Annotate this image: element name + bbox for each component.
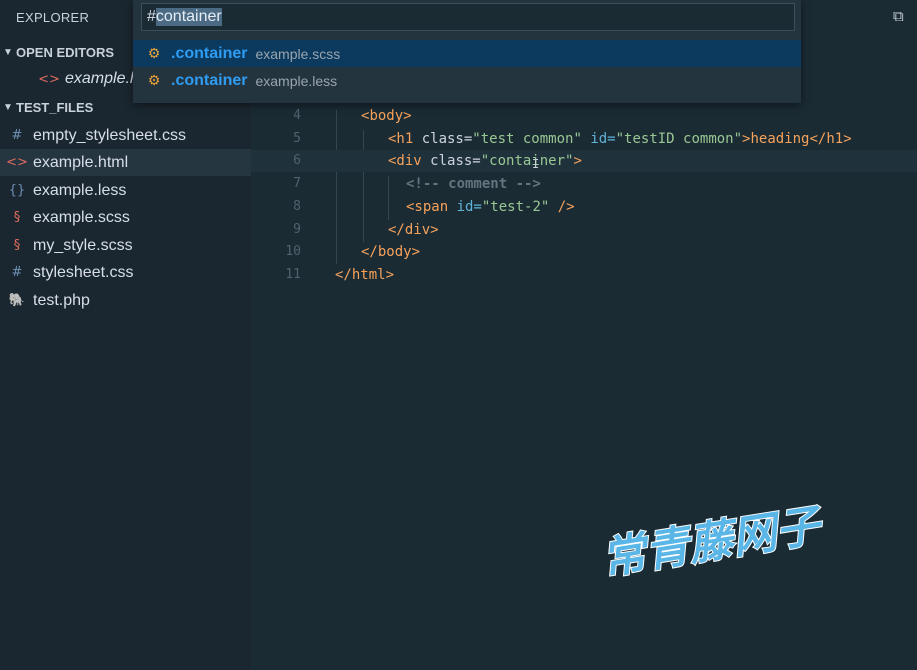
query-prefix: # [147, 8, 156, 25]
code-text: <span id="test-2" /> [406, 196, 575, 218]
less-file-icon: {} [8, 183, 26, 198]
code-token: /> [557, 198, 575, 215]
file-label: my_style.scss [33, 236, 133, 254]
html-file-icon: <> [6, 155, 28, 170]
code-token: class= [421, 130, 473, 147]
code-token: id= [590, 130, 616, 147]
code-line[interactable]: 8 <span id="test-2" /> [251, 196, 917, 218]
code-token: > [573, 153, 582, 170]
code-token: heading [750, 130, 810, 147]
code-line[interactable]: 11 </html> [251, 264, 917, 286]
code-token: </body> [361, 244, 421, 261]
file-label: example.scss [33, 208, 130, 226]
file-label: example.html [33, 153, 129, 171]
css-file-icon: # [11, 128, 23, 143]
code-token: id= [456, 198, 482, 215]
file-item[interactable]: # stylesheet.css [0, 259, 251, 286]
file-label: stylesheet.css [33, 263, 134, 281]
file-label: empty_stylesheet.css [33, 126, 186, 144]
code-text: </div> [388, 219, 439, 241]
code-token: </html> [335, 266, 395, 283]
php-file-icon: 🐘 [8, 293, 26, 308]
line-number: 10 [285, 244, 301, 260]
file-item[interactable]: 🐘 test.php [0, 287, 251, 314]
code-text: </html> [335, 264, 394, 286]
quick-open-input[interactable]: # container [141, 3, 795, 31]
html-file-icon: <> [38, 71, 60, 87]
code-line[interactable]: 10 </body> [251, 241, 917, 263]
code-token: "testID common" [615, 130, 743, 147]
code-token: > [403, 108, 412, 124]
text-cursor-icon: I [532, 157, 540, 171]
code-line[interactable]: 9 </div> [251, 219, 917, 241]
code-token: </h1> [809, 130, 852, 147]
quick-open-result[interactable]: ⚙ .container example.less [133, 67, 801, 94]
result-label: .container [171, 44, 248, 62]
chevron-down-icon: ▼ [3, 46, 13, 58]
file-item[interactable]: § example.scss [0, 204, 251, 231]
css-file-icon: # [11, 265, 23, 280]
code-token: <div [388, 153, 431, 170]
chevron-down-icon: ▼ [3, 101, 13, 113]
result-description: example.scss [255, 45, 341, 62]
code-token: "test common" [472, 130, 591, 147]
code-line[interactable]: 7 <!-- comment --> [251, 173, 917, 195]
code-line[interactable]: 4 <body> [251, 105, 917, 127]
file-item[interactable]: # empty_stylesheet.css [0, 122, 251, 149]
quick-open-widget: # container ⚙ .container example.scss ⚙ .… [133, 0, 801, 103]
line-number: 7 [293, 176, 301, 192]
test-files-label: TEST_FILES [16, 99, 94, 115]
result-description: example.less [255, 72, 338, 89]
file-item[interactable]: § my_style.scss [0, 232, 251, 259]
result-label: .container [171, 71, 248, 89]
code-text: <div class="container"> [388, 150, 582, 172]
file-item[interactable]: <> example.html [0, 149, 251, 176]
code-token: body [369, 108, 404, 124]
code-text: <body> [361, 105, 412, 127]
code-text: <h1 class="test common" id="testID commo… [388, 128, 852, 150]
code-token: "test-2" [481, 198, 558, 215]
code-line[interactable]: 5 <h1 class="test common" id="testID comm… [251, 128, 917, 150]
line-number: 8 [293, 198, 301, 214]
file-item[interactable]: {} example.less [0, 177, 251, 204]
code-token: <span [406, 198, 457, 215]
code-token: <h1 [388, 130, 422, 147]
code-text: <!-- comment --> [406, 173, 541, 195]
explorer-title: EXPLORER [16, 10, 90, 25]
file-label: test.php [33, 291, 90, 309]
line-number: 6 [293, 153, 301, 169]
sass-file-icon: § [13, 210, 21, 225]
quick-open-result[interactable]: ⚙ .container example.scss [133, 40, 801, 67]
query-text: container [155, 8, 222, 26]
sass-file-icon: § [13, 238, 21, 253]
open-editors-label: OPEN EDITORS [16, 44, 115, 60]
line-number: 9 [293, 221, 301, 237]
symbol-class-icon: ⚙ [147, 45, 161, 62]
code-token: "container" [480, 153, 574, 170]
line-number: 4 [293, 108, 301, 123]
line-number: 11 [285, 266, 301, 282]
line-number: 5 [293, 130, 301, 146]
code-token: class= [430, 153, 481, 170]
file-label: example.less [33, 181, 127, 199]
code-line[interactable]: 6 <div class="container"> [251, 150, 917, 173]
split-view-icon[interactable]: ⧉ [893, 7, 913, 27]
code-text: </body> [361, 241, 420, 263]
code-token: <!-- comment --> [406, 176, 541, 193]
symbol-class-icon: ⚙ [147, 72, 161, 89]
code-token: </div> [388, 221, 439, 238]
